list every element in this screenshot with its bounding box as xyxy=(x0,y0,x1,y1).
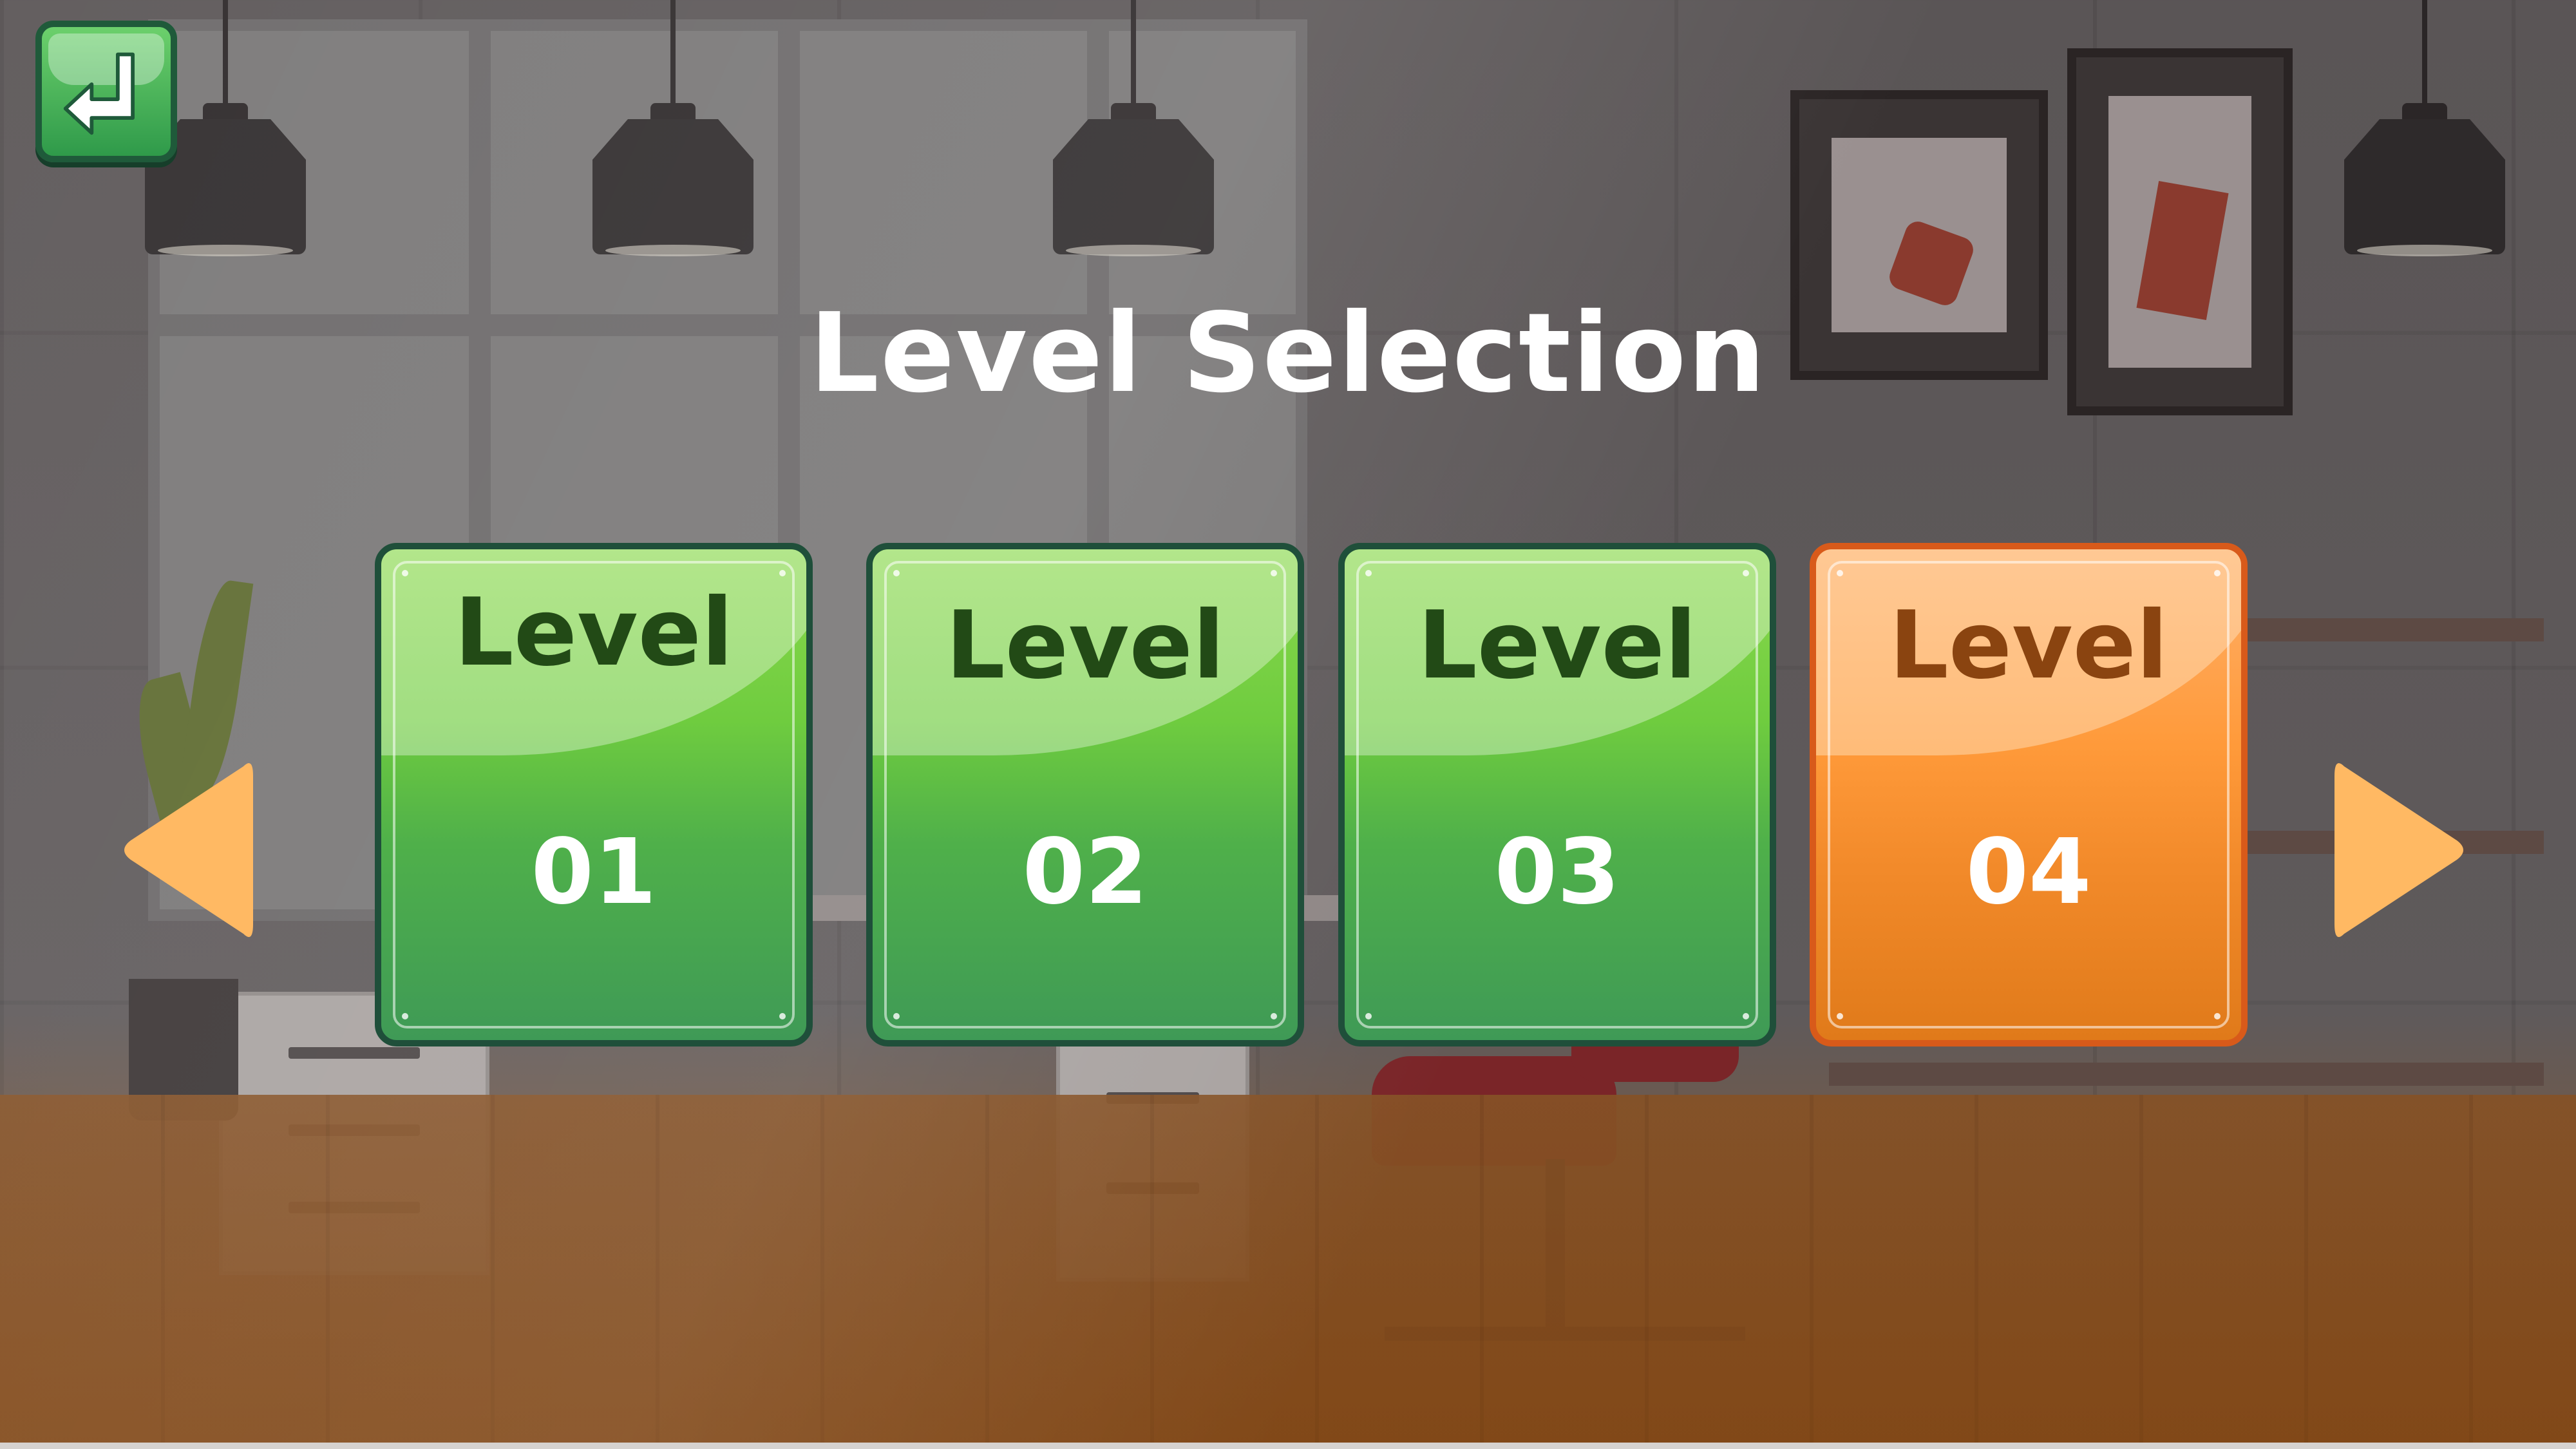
previous-page-button[interactable] xyxy=(115,747,256,953)
next-page-button[interactable] xyxy=(2331,747,2473,953)
right-triangle-arrow-icon xyxy=(2334,763,2463,937)
left-triangle-arrow-icon xyxy=(124,763,253,937)
level-card-label: Level xyxy=(454,578,734,687)
level-card-label: Level xyxy=(945,591,1225,700)
level-card-number: 01 xyxy=(531,820,657,925)
level-card-label: Level xyxy=(1417,591,1697,700)
page-title: Level Selection xyxy=(809,290,1767,417)
level-card-number: 02 xyxy=(1022,820,1148,925)
level-card-label: Level xyxy=(1889,591,2168,700)
level-card-01[interactable]: Level 01 xyxy=(375,543,813,1046)
level-card-04[interactable]: Level 04 xyxy=(1810,543,2248,1046)
level-card-number: 03 xyxy=(1494,820,1620,925)
return-arrow-icon xyxy=(63,52,135,135)
level-card-02[interactable]: Level 02 xyxy=(866,543,1304,1046)
back-button[interactable] xyxy=(35,21,177,162)
level-card-03[interactable]: Level 03 xyxy=(1338,543,1776,1046)
level-card-number: 04 xyxy=(1965,820,2092,925)
